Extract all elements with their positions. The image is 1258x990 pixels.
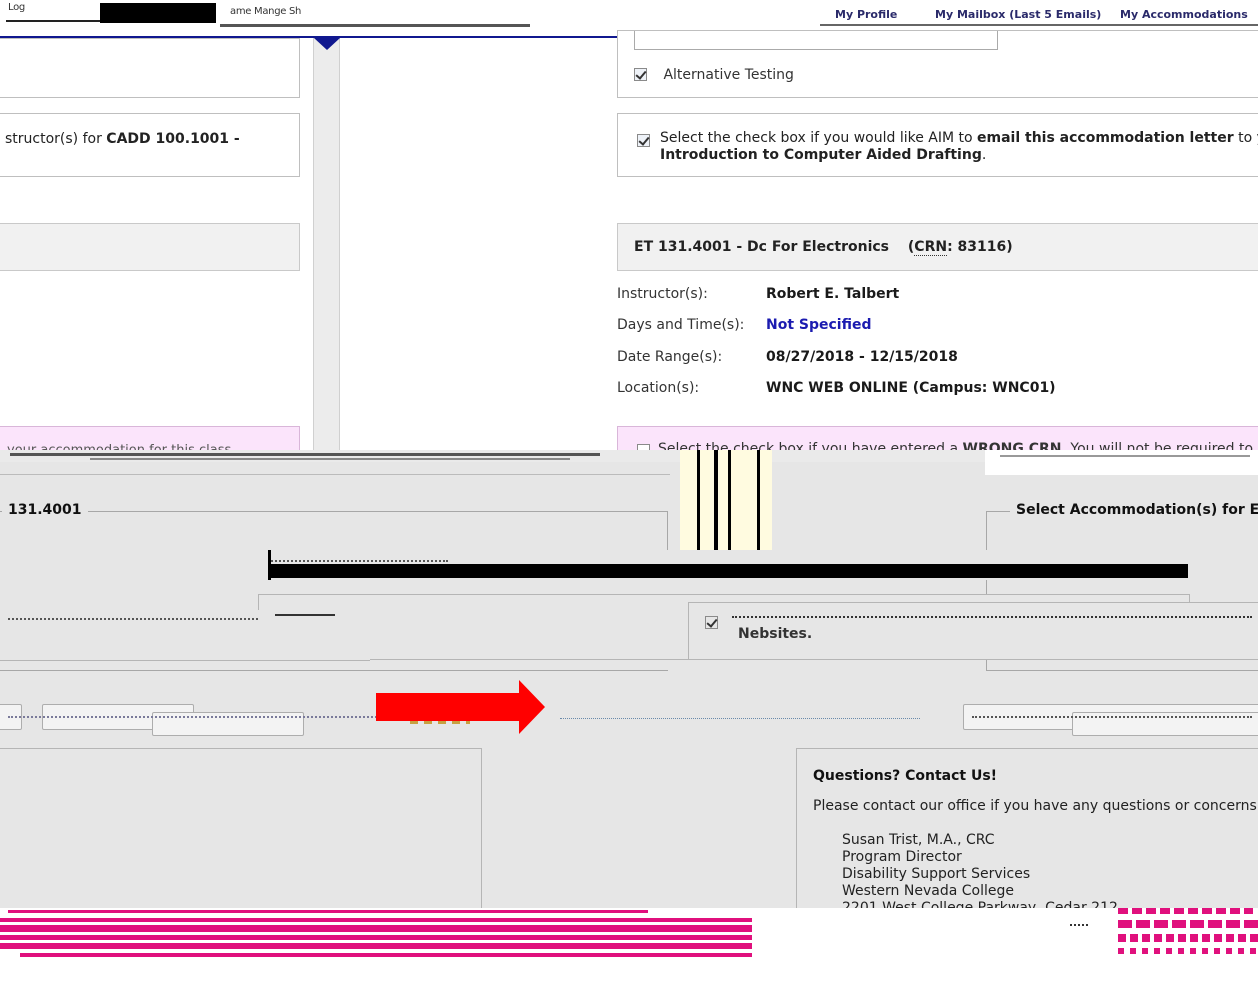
glitch-text-fragment — [560, 718, 920, 720]
middle-panel-checkbox[interactable] — [705, 616, 718, 629]
glitch-bar — [268, 550, 271, 580]
glitch-bar — [714, 450, 718, 550]
glitch-magenta-fragment — [1118, 948, 1258, 954]
nav-my-accommodations[interactable]: My Accommodations — [1120, 8, 1248, 21]
left-course-header — [0, 223, 300, 271]
glitch-magenta-line — [20, 953, 752, 957]
contact-department: Disability Support Services — [842, 866, 1031, 882]
glitch-text-fragment — [8, 618, 258, 622]
email-letter-panel: Select the check box if you would like A… — [617, 113, 1258, 177]
fieldset-edge — [667, 511, 668, 551]
glitch-magenta-fragment — [1118, 920, 1258, 928]
nav-glitch-line — [820, 24, 1258, 26]
middle-panel-text: Nebsites. — [738, 626, 813, 642]
glitch-magenta-line — [0, 935, 752, 940]
course-title: ET 131.4001 - Dc For Electronics (CRN: 8… — [634, 239, 1013, 256]
glitch-text-fragment — [1070, 924, 1088, 930]
left-email-text: structor(s) for CADD 100.1001 - — [5, 131, 240, 147]
nav-glitch-line — [220, 24, 530, 27]
email-letter-text: Select the check box if you would like A… — [660, 130, 1258, 163]
left-accommodation-notice: your accommodation for this class — [0, 426, 300, 452]
fieldset-legend-left: 131.4001 — [2, 502, 88, 518]
glitch-black-bar — [270, 564, 1188, 578]
detail-value-days: Not Specified — [766, 317, 872, 333]
detail-value-location: WNC WEB ONLINE (Campus: WNC01) — [766, 380, 1056, 396]
glitch-bar — [697, 450, 700, 550]
detail-label-date-range: Date Range(s): — [617, 349, 723, 365]
glitch-magenta-line — [0, 918, 752, 922]
glitch-magenta-line — [8, 910, 648, 913]
text-field[interactable] — [634, 31, 998, 50]
crn-abbr: CRN — [914, 239, 948, 256]
alt-testing-row[interactable]: Alternative Testing — [634, 67, 794, 83]
email-letter-course-name: Introduction to Computer Aided Drafting — [660, 147, 982, 163]
contact-title: Questions? Contact Us! — [813, 768, 998, 784]
glitch-text-fragment — [275, 614, 335, 626]
fieldset-legend-right: Select Accommodation(s) for ET — [1010, 502, 1258, 518]
red-arrow-body — [376, 693, 521, 721]
glitch-magenta-line — [0, 925, 752, 932]
glitch-magenta-fragment — [1118, 934, 1258, 942]
scrollbar-track[interactable] — [313, 38, 340, 450]
glitch-bar — [728, 450, 731, 550]
alt-testing-checkbox[interactable] — [634, 68, 647, 81]
nav-fragment-home[interactable]: ame Mange Sh — [230, 6, 301, 17]
glitch-text-fragment — [732, 616, 1252, 620]
red-arrow-icon — [519, 680, 545, 734]
lower-screenshot-region: 131.4001 Select Accommodation(s) for ET … — [0, 450, 1258, 990]
nav-fragment-log[interactable]: Log — [8, 2, 25, 13]
detail-label-days: Days and Time(s): — [617, 317, 745, 333]
alt-testing-panel: Alternative Testing — [617, 30, 1258, 98]
detail-value-instructor: Robert E. Talbert — [766, 286, 900, 302]
glitch-text-fragment — [268, 552, 448, 562]
alt-testing-label: Alternative Testing — [663, 67, 794, 83]
scroll-marker-icon — [314, 38, 340, 50]
detail-value-date-range: 08/27/2018 - 12/15/2018 — [766, 349, 958, 365]
glitch-line — [1000, 455, 1250, 457]
email-letter-checkbox[interactable] — [637, 134, 650, 147]
fieldset-border — [92, 511, 668, 512]
glitch-line — [10, 453, 600, 456]
contact-role: Program Director — [842, 849, 962, 865]
nav-my-mailbox[interactable]: My Mailbox (Last 5 Emails) — [935, 8, 1101, 21]
detail-label-location: Location(s): — [617, 380, 700, 396]
contact-institution: Western Nevada College — [842, 883, 1014, 899]
glitch-white-block — [985, 450, 1258, 475]
divider — [0, 474, 670, 475]
bottom-left-panel — [0, 748, 482, 912]
glitch-text-fragment — [972, 716, 1252, 720]
course-header: ET 131.4001 - Dc For Electronics (CRN: 8… — [617, 223, 1258, 271]
nav-my-profile[interactable]: My Profile — [835, 8, 897, 21]
glitch-line — [90, 458, 570, 460]
glitch-magenta-line — [0, 943, 752, 949]
wrong-crn-panel: Select the check box if you have entered… — [617, 426, 1258, 452]
left-course-code: CADD 100.1001 - — [106, 131, 240, 147]
left-email-panel: structor(s) for CADD 100.1001 - — [0, 113, 300, 177]
glitch-bar — [757, 450, 760, 550]
glitch-text-fragment — [8, 716, 428, 720]
left-top-panel — [0, 38, 300, 98]
detail-label-instructor: Instructor(s): — [617, 286, 708, 302]
nav-glitch-block — [100, 3, 216, 23]
glitch-magenta-fragment — [1118, 908, 1253, 914]
contact-name: Susan Trist, M.A., CRC — [842, 832, 995, 848]
contact-intro: Please contact our office if you have an… — [813, 798, 1258, 814]
course-details: Instructor(s): Robert E. Talbert Days an… — [617, 284, 1257, 404]
